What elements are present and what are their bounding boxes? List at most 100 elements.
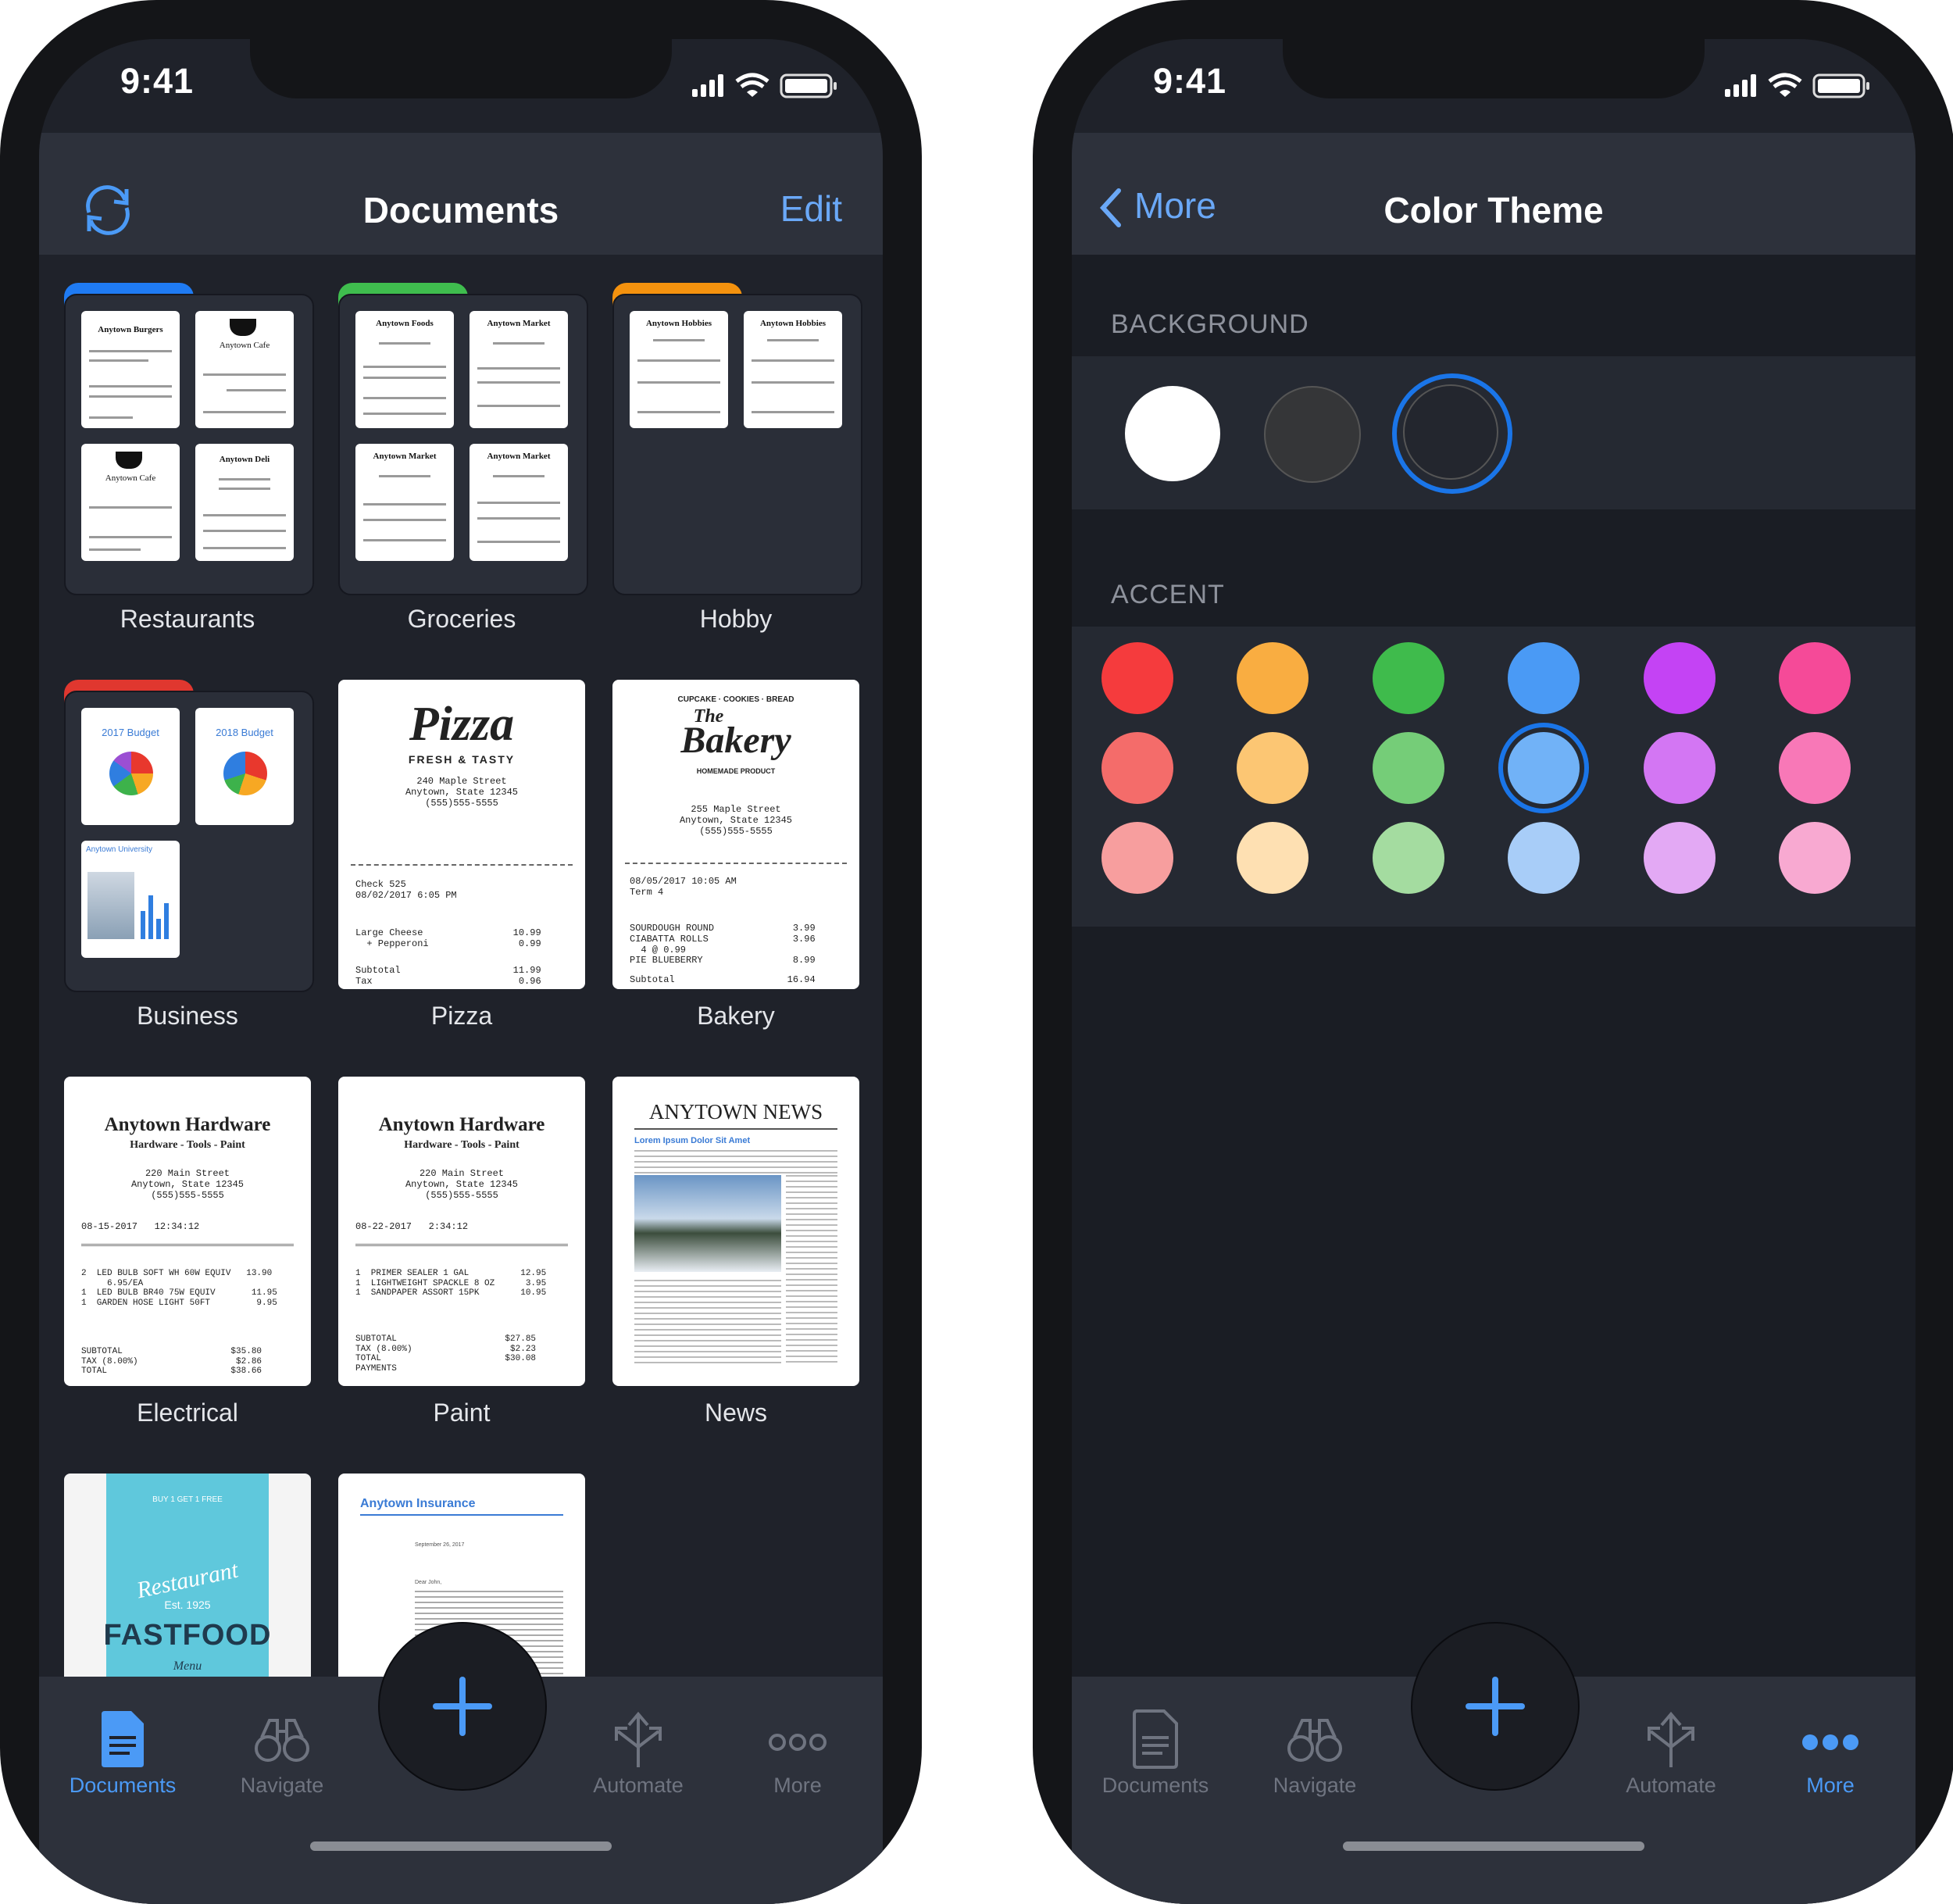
tab-automate[interactable]: Automate: [556, 1708, 720, 1798]
home-indicator: [1343, 1841, 1644, 1851]
folder-body: Anytown Hobbies Anytown Hobbies: [612, 294, 862, 595]
folder-body: Anytown Foods Anytown Market Anytown Mar…: [338, 294, 588, 595]
spreadsheet-thumbnail: 2017 Budget: [81, 708, 180, 825]
page-title: Documents: [362, 190, 559, 230]
accent-swatch[interactable]: [1101, 642, 1173, 714]
status-icons: [1725, 73, 1869, 98]
automate-arrows-icon: [1648, 1711, 1694, 1767]
receipt-thumbnail: Anytown Hobbies: [744, 311, 842, 428]
accent-swatch[interactable]: [1101, 822, 1173, 894]
folder-caption: Hobby: [699, 605, 773, 633]
accent-swatch[interactable]: [1237, 822, 1309, 894]
bakery-receipt: CUPCAKE · COOKIES · BREAD The Bakery HOM…: [612, 680, 859, 989]
tab-label: Navigate: [1273, 1774, 1357, 1797]
tab-navigate[interactable]: Navigate: [200, 1708, 364, 1798]
accent-swatch[interactable]: [1237, 642, 1309, 714]
plus-icon: [433, 1677, 492, 1736]
binoculars-icon: [1287, 1719, 1342, 1762]
accent-swatch[interactable]: [1237, 732, 1309, 804]
folder-caption: Restaurants: [120, 605, 255, 633]
automate-arrows-icon: [615, 1711, 662, 1767]
receipt-thumbnail: Anytown Market: [470, 444, 568, 561]
tab-label: Automate: [593, 1774, 684, 1797]
tab-label: More: [1806, 1774, 1855, 1797]
documents-screen: 9:41 Documents Edit Anytown Burgers Anyt…: [39, 39, 883, 1904]
document-caption: Paint: [433, 1399, 491, 1427]
color-theme-navbar: More Color Theme: [1072, 133, 1916, 255]
folder-caption: Groceries: [407, 605, 516, 633]
folder-body: 2017 Budget 2018 Budget Anytown Universi…: [64, 691, 314, 992]
document-icon: [102, 1711, 144, 1767]
status-time: 9:41: [1153, 61, 1227, 101]
accent-swatch[interactable]: [1101, 732, 1173, 804]
accent-swatch[interactable]: [1779, 732, 1851, 804]
tab-label: Navigate: [240, 1774, 324, 1797]
home-indicator: [310, 1841, 612, 1851]
tab-more[interactable]: More: [716, 1708, 880, 1798]
document-caption: Electrical: [137, 1399, 238, 1427]
accent-swatch[interactable]: [1372, 822, 1444, 894]
notch: [1283, 39, 1705, 98]
add-document-button[interactable]: [1411, 1622, 1580, 1791]
accent-swatch[interactable]: [1643, 732, 1716, 804]
background-swatch-white[interactable]: [1125, 386, 1220, 481]
section-header-background: BACKGROUND: [1111, 309, 1309, 339]
more-dots-icon: [1802, 1734, 1858, 1750]
tab-label: Documents: [1101, 1774, 1209, 1797]
receipt-thumbnail: Anytown Foods: [355, 311, 454, 428]
accent-swatch[interactable]: [1508, 732, 1580, 804]
color-theme-screen: 9:41 More Color Theme BACKGROUND ACCENT …: [1072, 39, 1916, 1904]
pizza-receipt: Pizza FRESH & TASTY 240 Maple Street Any…: [338, 680, 585, 989]
accent-swatch[interactable]: [1779, 642, 1851, 714]
plus-icon: [1466, 1677, 1525, 1736]
accent-swatch[interactable]: [1643, 822, 1716, 894]
tab-label: Automate: [1626, 1774, 1716, 1797]
tab-label: More: [773, 1774, 822, 1797]
tab-label: Documents: [69, 1774, 177, 1797]
more-dots-icon: [769, 1734, 827, 1751]
document-caption: News: [704, 1399, 767, 1427]
news-page: ANYTOWN NEWS Lorem Ipsum Dolor Sit Amet: [612, 1077, 859, 1386]
receipt-thumbnail: Anytown Market: [470, 311, 568, 428]
add-document-button[interactable]: [378, 1622, 547, 1791]
accent-swatch[interactable]: [1372, 732, 1444, 804]
tab-navigate[interactable]: Navigate: [1233, 1708, 1397, 1798]
accent-swatch[interactable]: [1643, 642, 1716, 714]
report-thumbnail: Anytown University: [81, 841, 180, 958]
section-header-accent: ACCENT: [1111, 580, 1225, 609]
accent-swatch[interactable]: [1372, 642, 1444, 714]
receipt-thumbnail: Anytown Hobbies: [630, 311, 728, 428]
page-title: Color Theme: [1384, 190, 1604, 230]
tab-automate[interactable]: Automate: [1589, 1708, 1753, 1798]
paint-receipt: Anytown Hardware Hardware - Tools - Pain…: [338, 1077, 585, 1386]
phone-documents: 9:41 Documents Edit Anytown Burgers Anyt…: [0, 0, 922, 1904]
accent-picker: [1072, 627, 1916, 927]
background-picker: [1072, 356, 1916, 509]
settings-list: BACKGROUND ACCENT: [1072, 255, 1916, 1677]
document-icon: [1133, 1709, 1178, 1769]
background-swatch-gray[interactable]: [1264, 386, 1361, 483]
status-time: 9:41: [120, 61, 195, 101]
status-icons: [692, 73, 837, 98]
binoculars-icon: [255, 1719, 309, 1762]
tab-documents[interactable]: Documents: [1073, 1708, 1237, 1798]
document-caption: Bakery: [697, 1002, 775, 1030]
background-swatch-dark-selected[interactable]: [1392, 373, 1512, 494]
document-caption: Pizza: [430, 1002, 493, 1030]
receipt-thumbnail: Anytown Cafe: [81, 444, 180, 561]
documents-grid: Anytown Burgers Anytown Cafe Anytown Caf…: [39, 255, 883, 1716]
accent-swatch[interactable]: [1508, 822, 1580, 894]
pizza-brand: Pizza: [409, 698, 515, 751]
edit-button[interactable]: Edit: [780, 188, 842, 230]
notch: [250, 39, 672, 98]
folder-body: Anytown Burgers Anytown Cafe Anytown Caf…: [64, 294, 314, 595]
documents-navbar: Documents Edit: [39, 133, 883, 255]
receipt-thumbnail: Anytown Deli: [195, 444, 294, 561]
receipt-thumbnail: Anytown Burgers: [81, 311, 180, 428]
phone-color-theme: 9:41 More Color Theme BACKGROUND ACCENT …: [1033, 0, 1953, 1904]
tab-documents[interactable]: Documents: [41, 1708, 205, 1798]
accent-swatch[interactable]: [1508, 642, 1580, 714]
accent-swatch[interactable]: [1779, 822, 1851, 894]
tab-more[interactable]: More: [1748, 1708, 1912, 1798]
receipt-thumbnail: Anytown Market: [355, 444, 454, 561]
